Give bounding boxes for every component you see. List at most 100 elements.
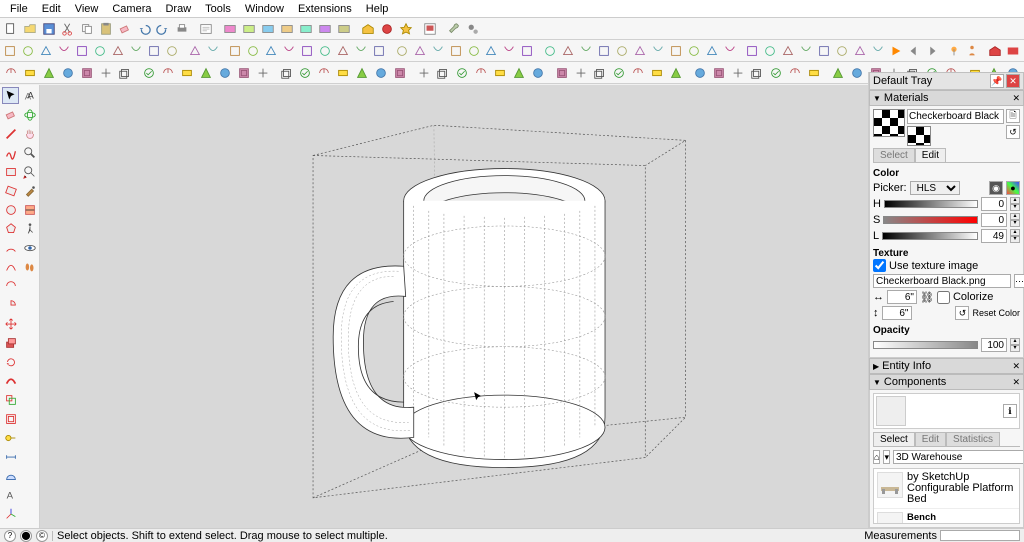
rectangle-tool-icon[interactable]	[2, 163, 19, 180]
gears-icon[interactable]	[464, 20, 482, 38]
ext-manager-icon[interactable]	[397, 20, 415, 38]
tool3-11-icon[interactable]	[216, 64, 234, 82]
tool2-19-icon[interactable]	[353, 42, 370, 60]
tool3-37-icon[interactable]	[729, 64, 747, 82]
s-slider[interactable]	[883, 216, 978, 224]
eraser-tool-icon[interactable]	[2, 106, 19, 123]
walk-tool-icon[interactable]	[21, 220, 38, 237]
circle-tool-icon[interactable]	[2, 201, 19, 218]
offset-tool-icon[interactable]	[2, 410, 19, 427]
tool3-32-icon[interactable]	[629, 64, 647, 82]
3d-viewport[interactable]: // inline write via JS not allowed insid…	[40, 85, 868, 528]
move-tool-icon[interactable]	[2, 315, 19, 332]
tool3-35-icon[interactable]	[691, 64, 709, 82]
tool3-14-icon[interactable]	[278, 64, 296, 82]
tool2-38-icon[interactable]	[703, 42, 720, 60]
tool3-2-icon[interactable]	[40, 64, 58, 82]
components-panel-header[interactable]: ▼ Components ✕	[869, 374, 1024, 390]
tool3-31-icon[interactable]	[610, 64, 628, 82]
h-spin[interactable]: ▴▾	[1010, 197, 1020, 211]
geo-icon[interactable]	[946, 42, 963, 60]
menu-help[interactable]: Help	[360, 2, 395, 16]
tool3-33-icon[interactable]	[648, 64, 666, 82]
tool2-33-icon[interactable]	[613, 42, 630, 60]
tool2-5-icon[interactable]	[92, 42, 109, 60]
menu-view[interactable]: View	[69, 2, 105, 16]
tool2-15-icon[interactable]	[281, 42, 298, 60]
tool3-4-icon[interactable]	[78, 64, 96, 82]
style-5-icon[interactable]	[316, 20, 334, 38]
arc2-tool-icon[interactable]	[2, 258, 19, 275]
picker-select[interactable]: HLS	[910, 181, 960, 195]
tool3-28-icon[interactable]	[553, 64, 571, 82]
tool2-3-icon[interactable]	[56, 42, 73, 60]
tool2-18-icon[interactable]	[335, 42, 352, 60]
zoomext-tool-icon[interactable]	[21, 163, 38, 180]
tool3-8-icon[interactable]	[159, 64, 177, 82]
tool2-16-icon[interactable]	[299, 42, 316, 60]
text-tool-icon[interactable]: A	[2, 486, 19, 503]
tool2-25-icon[interactable]	[465, 42, 482, 60]
section-tool-icon[interactable]	[21, 201, 38, 218]
l-spin[interactable]: ▴▾	[1010, 229, 1020, 243]
select-tool-icon[interactable]	[2, 87, 19, 104]
tool3-22-icon[interactable]	[434, 64, 452, 82]
tool2-35-icon[interactable]	[649, 42, 666, 60]
dimension-tool-icon[interactable]	[2, 448, 19, 465]
pan-tool-icon[interactable]	[21, 125, 38, 142]
tool2-10-icon[interactable]	[186, 42, 203, 60]
new-icon[interactable]	[2, 20, 20, 38]
copy-icon[interactable]	[78, 20, 96, 38]
material-swatch-secondary[interactable]	[907, 126, 931, 146]
tool2-17-icon[interactable]	[317, 42, 334, 60]
tool3-36-icon[interactable]	[710, 64, 728, 82]
tool2-44-icon[interactable]	[816, 42, 833, 60]
tool3-18-icon[interactable]	[353, 64, 371, 82]
panel-close-icon[interactable]: ✕	[1012, 361, 1020, 372]
send-layout-icon[interactable]	[421, 20, 439, 38]
tool3-34-icon[interactable]	[667, 64, 685, 82]
tool3-7-icon[interactable]	[140, 64, 158, 82]
tool3-23-icon[interactable]	[453, 64, 471, 82]
tool3-0-icon[interactable]	[2, 64, 20, 82]
h-slider[interactable]	[884, 200, 978, 208]
browse-texture-icon[interactable]: ⋯	[1014, 274, 1024, 288]
tool2-26-icon[interactable]	[483, 42, 500, 60]
look-tool-icon[interactable]	[21, 239, 38, 256]
tool3-25-icon[interactable]	[491, 64, 509, 82]
tab-edit[interactable]: Edit	[915, 148, 946, 162]
comp-tab-edit[interactable]: Edit	[915, 432, 946, 446]
tool2-9-icon[interactable]	[164, 42, 181, 60]
zoom-tool-icon[interactable]	[21, 144, 38, 161]
component-search-input[interactable]	[893, 450, 1024, 464]
protractor-tool-icon[interactable]	[2, 467, 19, 484]
material-swatch[interactable]	[873, 109, 905, 137]
comp-home-icon[interactable]: ⌂	[873, 450, 880, 464]
material-name-input[interactable]	[907, 109, 1004, 124]
panel-close-icon[interactable]: ✕	[1012, 377, 1020, 388]
pie-tool-icon[interactable]	[2, 296, 19, 313]
l-input[interactable]	[981, 229, 1007, 243]
save-icon[interactable]	[40, 20, 58, 38]
next-icon[interactable]	[923, 42, 940, 60]
menu-tools[interactable]: Tools	[199, 2, 237, 16]
tool2-0-icon[interactable]	[2, 42, 19, 60]
print-icon[interactable]	[173, 20, 191, 38]
measurements-input[interactable]	[940, 530, 1020, 541]
list-item[interactable]: by SketchUpConfigurable Platform Bed	[874, 469, 1019, 509]
arc3-tool-icon[interactable]	[2, 277, 19, 294]
style-2-icon[interactable]	[259, 20, 277, 38]
component-list[interactable]: by SketchUpConfigurable Platform Bed Ben…	[873, 468, 1020, 524]
help-icon[interactable]: ?	[4, 530, 16, 542]
component-info-icon[interactable]: ℹ	[1003, 404, 1017, 418]
tab-select[interactable]: Select	[873, 148, 915, 162]
create-material-icon[interactable]: 🗎	[1006, 109, 1020, 123]
tool3-38-icon[interactable]	[748, 64, 766, 82]
eyedropper-icon[interactable]: ◉	[989, 181, 1003, 195]
axes-tool-icon[interactable]	[2, 505, 19, 522]
tool2-11-icon[interactable]	[204, 42, 221, 60]
s-spin[interactable]: ▴▾	[1010, 213, 1020, 227]
link-icon[interactable]: ⛓	[920, 291, 934, 304]
model-info-icon[interactable]	[197, 20, 215, 38]
tool3-26-icon[interactable]	[510, 64, 528, 82]
